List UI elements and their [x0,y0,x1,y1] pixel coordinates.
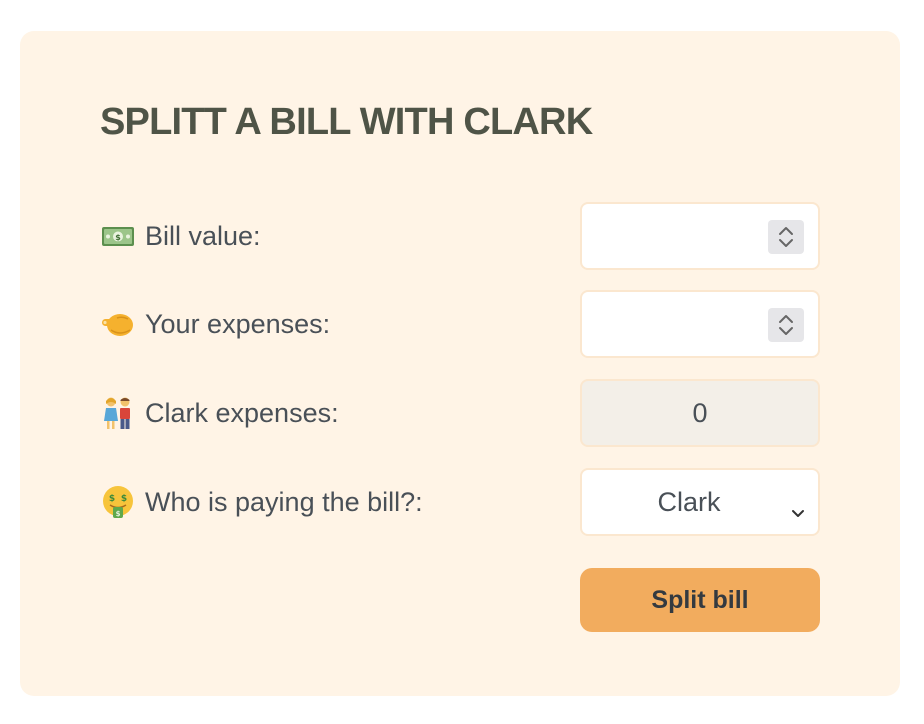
friend-expenses-field: 0 [580,379,820,447]
number-spinner[interactable] [768,220,804,254]
number-spinner[interactable] [768,308,804,342]
bill-value-label: Bill value: [145,220,261,251]
couple-icon [100,395,136,431]
friend-expenses-row: Clark expenses: 0 [100,379,820,447]
bill-value-row: $ Bill value: [100,202,820,270]
who-pays-selected: Clark [657,486,721,517]
who-pays-row: $ $ $ Who is paying the bill?: Clark [100,468,820,536]
friend-expenses-value: 0 [692,397,708,428]
your-expenses-input[interactable] [580,290,820,358]
your-expenses-row: Your expenses: [100,290,820,358]
svg-text:$: $ [121,494,127,504]
bill-value-input[interactable] [580,202,820,270]
chevron-down-icon [790,496,806,527]
svg-text:$: $ [109,494,115,504]
split-bill-button[interactable]: Split bill [580,568,820,632]
pointing-finger-icon [100,306,136,342]
who-pays-label: Who is paying the bill?: [145,486,423,517]
money-bill-icon: $ [100,218,136,254]
svg-text:$: $ [115,233,121,242]
money-mouth-face-icon: $ $ $ [100,484,136,520]
form-title: Splitt a bill with Clark [100,101,593,143]
svg-text:$: $ [116,510,121,518]
your-expenses-label: Your expenses: [145,308,331,339]
friend-expenses-label: Clark expenses: [145,397,339,428]
who-pays-select[interactable]: Clark [580,468,820,536]
split-bill-form: Splitt a bill with Clark $ Bill value: [20,31,900,696]
